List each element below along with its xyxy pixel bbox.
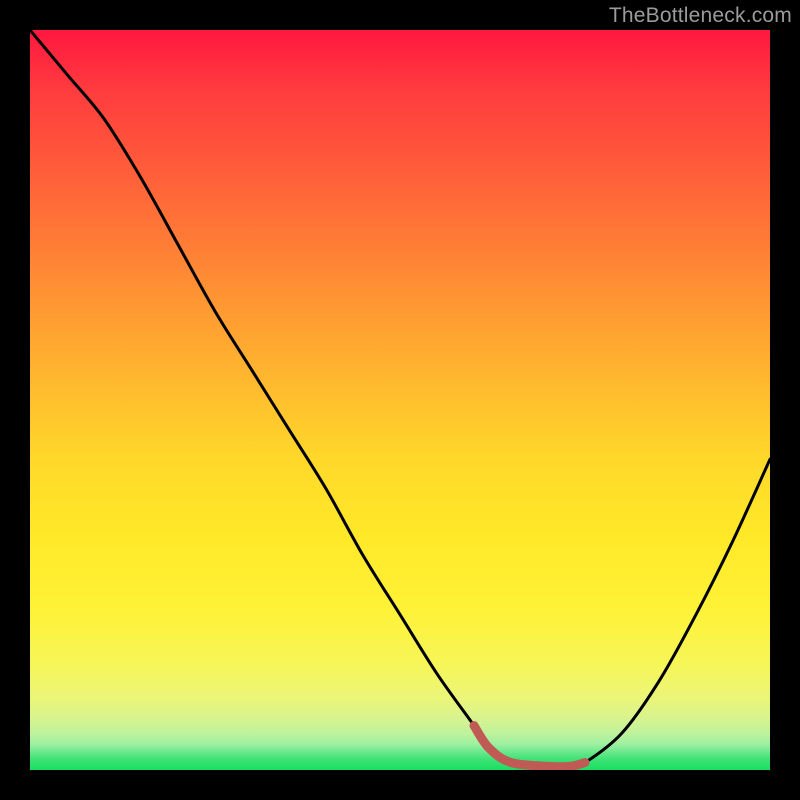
chart-frame: TheBottleneck.com xyxy=(0,0,800,800)
curve-group xyxy=(30,30,770,767)
watermark-text: TheBottleneck.com xyxy=(609,4,792,28)
chart-plot-area xyxy=(30,30,770,770)
bottleneck-curve xyxy=(30,30,770,767)
chart-svg xyxy=(30,30,770,770)
accent-segment xyxy=(474,726,585,767)
